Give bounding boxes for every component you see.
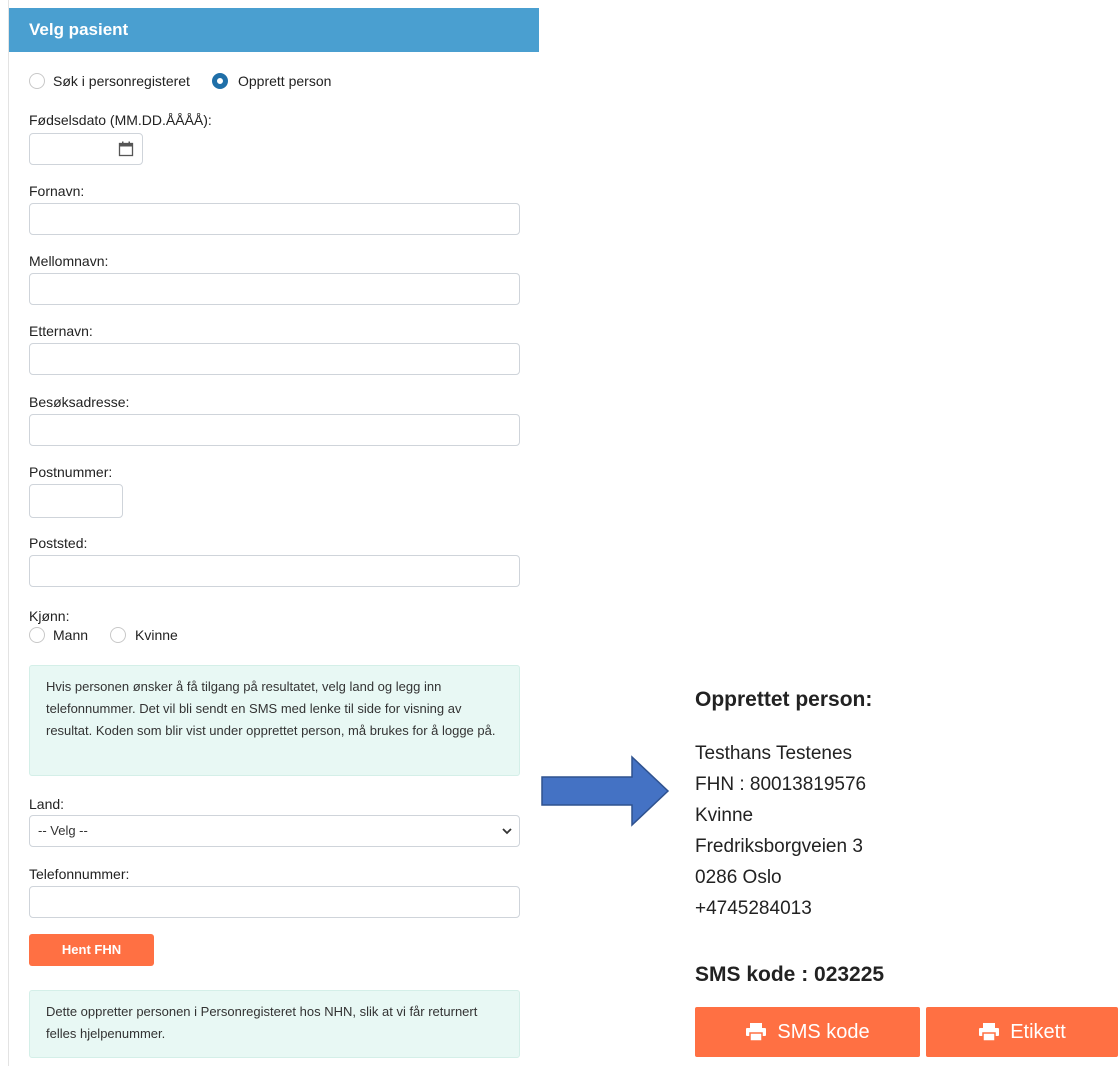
middle-name-label: Mellomnavn: [29,253,109,269]
print-label-button[interactable]: Etikett [926,1007,1118,1057]
address-input[interactable] [29,414,520,446]
middle-name-input[interactable] [29,273,520,305]
radio-gender-male-label: Mann [53,627,89,643]
register-info-box: Dette oppretter personen i Personregiste… [29,990,520,1058]
first-name-input[interactable] [29,203,520,235]
last-name-label: Etternavn: [29,323,93,339]
result-postal: 0286 Oslo [695,867,782,888]
gender-label: Kjønn: [29,608,70,624]
radio-search-register[interactable] [29,73,45,89]
postal-code-input[interactable] [29,484,123,518]
chevron-down-icon [502,828,512,835]
result-address: Fredriksborgveien 3 [695,836,863,857]
print-icon [979,1023,1000,1042]
patient-panel: Velg pasient Søk i personregisteret Oppr… [8,0,539,1066]
print-sms-code-button[interactable]: SMS kode [695,1007,920,1057]
print-icon [746,1023,767,1042]
country-select[interactable]: -- Velg -- [29,815,520,847]
result-details: Testhans Testenes FHN : 80013819576 Kvin… [695,738,866,924]
arrow-right-icon [541,755,670,827]
print-label-text: Etikett [1010,1020,1066,1043]
result-fhn: FHN : 80013819576 [695,774,867,795]
result-name: Testhans Testenes [695,743,853,764]
country-label: Land: [29,796,65,812]
country-select-value: -- Velg -- [38,823,88,838]
dob-label: Fødselsdato (MM.DD.ÅÅÅÅ): [29,112,212,128]
city-input[interactable] [29,555,520,587]
first-name-label: Fornavn: [29,183,85,199]
phone-input[interactable] [29,886,520,918]
calendar-icon[interactable] [118,141,134,157]
result-phone: +4745284013 [695,898,812,919]
sms-info-box: Hvis personen ønsker å få tilgang på res… [29,665,520,776]
result-gender: Kvinne [695,805,754,826]
radio-create-person-label: Opprett person [238,73,332,89]
radio-gender-female-label: Kvinne [135,627,178,643]
phone-label: Telefonnummer: [29,866,130,882]
panel-title: Velg pasient [9,8,539,52]
dob-input[interactable] [29,133,143,165]
address-label: Besøksadresse: [29,394,130,410]
city-label: Poststed: [29,535,88,551]
radio-search-register-label: Søk i personregisteret [53,73,190,89]
radio-gender-male[interactable] [29,627,45,643]
result-title: Opprettet person: [695,688,873,711]
last-name-input[interactable] [29,343,520,375]
postal-code-label: Postnummer: [29,464,113,480]
hent-fhn-button[interactable]: Hent FHN [29,934,154,966]
sms-code-text: SMS kode : 023225 [695,963,885,986]
radio-gender-female[interactable] [110,627,126,643]
radio-create-person[interactable] [212,73,228,89]
print-sms-code-label: SMS kode [777,1020,870,1043]
